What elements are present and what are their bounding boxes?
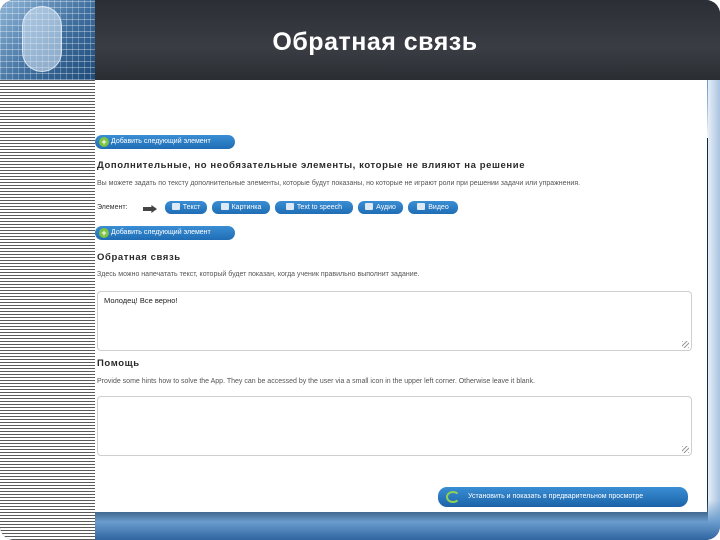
install-preview-button[interactable]: Установить и показать в предварительном … [438,487,688,507]
element-image-button[interactable]: Картинка [212,201,270,214]
video-icon [417,203,426,210]
help-hint: Provide some hints how to solve the App.… [97,378,535,385]
side-stripes [0,80,95,540]
element-text-button[interactable]: Текст [165,201,207,214]
add-element-label: Добавить следующий элемент [111,138,211,145]
right-edge-decoration [708,80,720,540]
add-element-button-bottom[interactable]: + Добавить следующий элемент [95,226,235,240]
plus-icon: + [99,137,109,147]
optional-heading: Дополнительные, но необязательные элемен… [97,160,526,171]
optional-hint: Вы можете задать по тексту дополнительны… [97,180,581,187]
mouse-icon [22,6,62,72]
element-video-label: Видео [428,204,449,211]
help-textarea[interactable] [97,396,692,456]
computer-mouse-thumbnail [0,0,95,80]
element-image-label: Картинка [231,204,262,211]
audio-icon [365,203,374,210]
refresh-icon [446,491,460,503]
speech-icon [285,203,294,210]
feedback-value: Молодец! Все верно! [104,296,178,305]
element-video-button[interactable]: Видео [408,201,458,214]
element-speech-label: Text to speech [296,204,343,211]
resize-handle-icon[interactable] [682,446,689,453]
slide-frame: Обратная связь + Добавить следующий элем… [0,0,720,540]
arrow-right-icon [143,205,157,213]
editor-screenshot: + Добавить следующий элемент Дополнитель… [95,80,707,512]
element-audio-button[interactable]: Аудио [358,201,403,214]
add-element-button-top[interactable]: + Добавить следующий элемент [95,135,235,149]
element-speech-button[interactable]: Text to speech [275,201,353,214]
help-heading: Помощь [97,358,140,369]
feedback-textarea[interactable]: Молодец! Все верно! [97,291,692,351]
element-label: Элемент: [97,204,128,211]
element-text-label: Текст [182,204,201,211]
install-preview-label: Установить и показать в предварительном … [468,493,644,500]
text-icon [171,203,180,210]
feedback-hint: Здесь можно напечатать текст, который бу… [97,271,420,278]
plus-icon: + [99,228,109,238]
feedback-heading: Обратная связь [97,252,181,263]
resize-handle-icon[interactable] [682,341,689,348]
slide-title: Обратная связь [272,28,478,56]
element-audio-label: Аудио [376,204,396,211]
image-icon [220,203,229,210]
add-element-label: Добавить следующий элемент [111,229,211,236]
